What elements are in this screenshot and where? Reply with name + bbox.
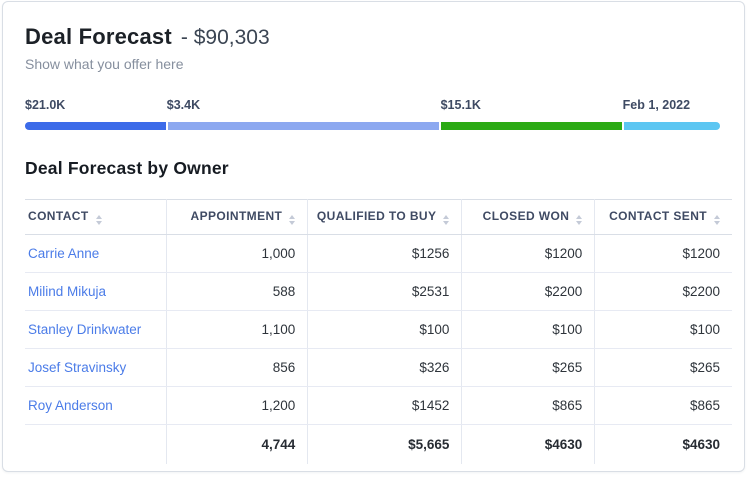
qualified-cell: $100 xyxy=(308,311,462,349)
deal-forecast-card: Deal Forecast - $90,303 Show what you of… xyxy=(2,1,745,472)
table-row: Milind Mikuja 588 $2531 $2200 $2200 xyxy=(25,273,732,311)
column-header-contact[interactable]: Contact xyxy=(25,200,166,235)
forecast-bar xyxy=(25,122,720,130)
contact-sent-cell: $865 xyxy=(595,387,732,425)
bar-segment-3[interactable] xyxy=(441,122,622,130)
qualified-cell: $1452 xyxy=(308,387,462,425)
appointment-cell: 1,000 xyxy=(166,235,307,273)
closed-won-cell: $100 xyxy=(462,311,595,349)
bar-segment-2[interactable] xyxy=(168,122,439,130)
bar-segment-1[interactable] xyxy=(25,122,166,130)
section-title: Deal Forecast by Owner xyxy=(25,158,732,179)
bar-label-appointment: $21.0K xyxy=(25,98,167,112)
table-row: Stanley Drinkwater 1,100 $100 $100 $100 xyxy=(25,311,732,349)
totals-closed-won: $4630 xyxy=(462,425,595,465)
closed-won-cell: $1200 xyxy=(462,235,595,273)
appointment-cell: 1,200 xyxy=(166,387,307,425)
appointment-cell: 1,100 xyxy=(166,311,307,349)
deal-forecast-table: Contact Appointment Qualified to buy Clo… xyxy=(25,199,732,464)
contact-link[interactable]: Roy Anderson xyxy=(28,398,113,413)
appointment-cell: 856 xyxy=(166,349,307,387)
contact-link[interactable]: Carrie Anne xyxy=(28,246,99,261)
contact-sent-cell: $1200 xyxy=(595,235,732,273)
forecast-progress: $21.0K $3.4K $15.1K Feb 1, 2022 xyxy=(25,98,720,130)
forecast-bar-labels: $21.0K $3.4K $15.1K Feb 1, 2022 xyxy=(25,98,720,112)
totals-empty-cell xyxy=(25,425,166,465)
page-subtitle: Show what you offer here xyxy=(25,56,732,72)
column-header-closed-won[interactable]: Closed won xyxy=(462,200,595,235)
column-header-appointment[interactable]: Appointment xyxy=(166,200,307,235)
closed-won-cell: $265 xyxy=(462,349,595,387)
table-row: Carrie Anne 1,000 $1256 $1200 $1200 xyxy=(25,235,732,273)
contact-sent-cell: $265 xyxy=(595,349,732,387)
qualified-cell: $326 xyxy=(308,349,462,387)
totals-contact-sent: $4630 xyxy=(595,425,732,465)
table-header-row: Contact Appointment Qualified to buy Clo… xyxy=(25,200,732,235)
contact-sent-cell: $100 xyxy=(595,311,732,349)
totals-qualified: $5,665 xyxy=(308,425,462,465)
page-title: Deal Forecast xyxy=(25,24,172,50)
column-header-qualified-to-buy[interactable]: Qualified to buy xyxy=(308,200,462,235)
sort-icon[interactable] xyxy=(576,215,582,225)
contact-link[interactable]: Stanley Drinkwater xyxy=(28,322,141,337)
sort-icon[interactable] xyxy=(96,215,102,225)
qualified-cell: $2531 xyxy=(308,273,462,311)
table-row: Roy Anderson 1,200 $1452 $865 $865 xyxy=(25,387,732,425)
contact-link[interactable]: Josef Stravinsky xyxy=(28,360,126,375)
table-row: Josef Stravinsky 856 $326 $265 $265 xyxy=(25,349,732,387)
qualified-cell: $1256 xyxy=(308,235,462,273)
bar-segment-4[interactable] xyxy=(624,122,720,130)
sort-icon[interactable] xyxy=(289,215,295,225)
forecast-total-amount: - $90,303 xyxy=(181,26,270,50)
totals-appointment: 4,744 xyxy=(166,425,307,465)
contact-sent-cell: $2200 xyxy=(595,273,732,311)
contact-link[interactable]: Milind Mikuja xyxy=(28,284,106,299)
closed-won-cell: $865 xyxy=(462,387,595,425)
appointment-cell: 588 xyxy=(166,273,307,311)
sort-icon[interactable] xyxy=(714,215,720,225)
bar-label-qualified: $3.4K xyxy=(167,98,441,112)
table-totals-row: 4,744 $5,665 $4630 $4630 xyxy=(25,425,732,465)
card-header: Deal Forecast - $90,303 xyxy=(25,24,732,50)
bar-label-closed: $15.1K xyxy=(441,98,623,112)
bar-label-date: Feb 1, 2022 xyxy=(623,98,720,112)
column-header-contact-sent[interactable]: Contact sent xyxy=(595,200,732,235)
sort-icon[interactable] xyxy=(443,215,449,225)
closed-won-cell: $2200 xyxy=(462,273,595,311)
